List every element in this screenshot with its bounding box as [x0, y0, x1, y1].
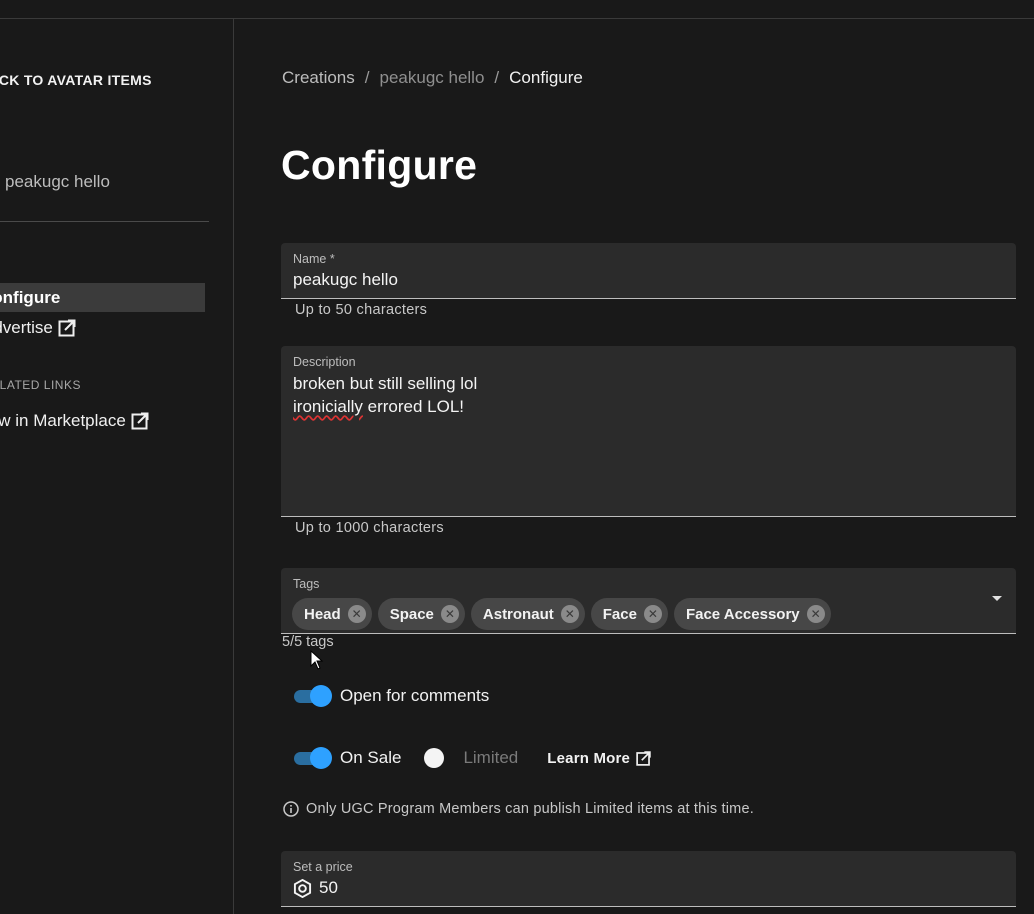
price-field-label: Set a price [293, 860, 353, 874]
back-to-avatar-items-link[interactable]: BACK TO AVATAR ITEMS [0, 72, 152, 88]
price-field[interactable]: Set a price 50 [281, 851, 1016, 907]
learn-more-label: Learn More [547, 749, 631, 767]
sidebar-item-advertise[interactable]: Advertise [0, 318, 77, 338]
external-link-icon [636, 750, 651, 766]
view-in-marketplace-link[interactable]: View in Marketplace [0, 411, 150, 431]
description-line-1: broken but still selling lol [293, 374, 478, 393]
tag-chip: Space ✕ [377, 598, 465, 630]
breadcrumb: Creations / peakugc hello / Configure [282, 68, 583, 88]
price-value: 50 [319, 878, 338, 897]
robux-icon [293, 878, 312, 898]
tag-chip: Astronaut ✕ [470, 598, 585, 630]
tag-chip: Face Accessory ✕ [673, 598, 831, 630]
tag-chip: Head ✕ [292, 598, 372, 630]
tags-field-label: Tags [293, 577, 320, 591]
name-helper-text: Up to 50 characters [295, 302, 428, 318]
breadcrumb-current: Configure [509, 68, 583, 87]
tags-list: Head ✕ Space ✕ Astronaut ✕ Face ✕ Face Acces… [292, 598, 831, 630]
tag-chip-label: Head [304, 605, 341, 623]
breadcrumb-item[interactable]: peakugc hello [380, 68, 485, 88]
view-in-marketplace-label: View in Marketplace [0, 411, 126, 430]
chevron-down-icon[interactable] [992, 596, 1002, 601]
mouse-cursor-icon [310, 650, 324, 670]
sidebar-rule [0, 221, 209, 222]
tag-chip-label: Face Accessory [685, 605, 800, 623]
related-links-header: RELATED LINKS [0, 378, 81, 392]
limited-info: Only UGC Program Members can publish Lim… [283, 801, 754, 817]
external-link-icon [58, 319, 76, 337]
remove-tag-icon[interactable]: ✕ [806, 605, 825, 623]
description-field[interactable]: Description broken but still selling lol… [281, 346, 1016, 517]
limited-label: Limited [463, 748, 519, 767]
description-line-2-rest: errored LOL! [362, 397, 465, 416]
tags-field[interactable]: Tags Head ✕ Space ✕ Astronaut ✕ Face ✕ Face … [281, 568, 1016, 634]
tag-chip-label: Space [389, 605, 434, 623]
remove-tag-icon[interactable]: ✕ [440, 605, 459, 623]
limited-radio[interactable] [424, 748, 445, 768]
info-text: Only UGC Program Members can publish Lim… [306, 801, 754, 817]
description-field-value: broken but still selling lol ironicially… [293, 372, 477, 418]
external-link-icon [131, 412, 149, 430]
tag-chip: Face ✕ [590, 598, 668, 630]
sidebar-item-advertise-label: Advertise [0, 318, 53, 337]
name-field-label: Name * [293, 252, 335, 266]
top-divider [0, 18, 1034, 19]
description-field-label: Description [293, 355, 356, 369]
on-sale-toggle[interactable] [293, 747, 332, 769]
sidebar-item-name: peakugc hello [5, 172, 110, 191]
sidebar-item-configure[interactable]: Configure [0, 283, 205, 312]
breadcrumb-separator: / [494, 68, 500, 87]
remove-tag-icon[interactable]: ✕ [643, 605, 662, 623]
misspelled-word: ironicially [293, 397, 363, 416]
info-icon [283, 801, 299, 817]
breadcrumb-creations[interactable]: Creations [282, 68, 355, 88]
description-helper-text: Up to 1000 characters [295, 520, 444, 536]
remove-tag-icon[interactable]: ✕ [560, 605, 579, 623]
tags-count: 5/5 tags [282, 634, 334, 650]
price-row: 50 [293, 878, 338, 898]
learn-more-link[interactable]: Learn More [547, 750, 652, 767]
comments-toggle-row: Open for comments [293, 685, 489, 707]
sidebar-item-configure-label: Configure [0, 288, 61, 307]
breadcrumb-separator: / [364, 68, 370, 87]
sidebar-divider [233, 18, 234, 914]
page-title: Configure [281, 142, 478, 188]
name-field-value: peakugc hello [293, 270, 398, 289]
comments-toggle[interactable] [293, 685, 332, 707]
sale-toggle-row: On Sale Limited Learn More [293, 747, 652, 769]
name-field[interactable]: Name * peakugc hello [281, 243, 1016, 299]
comments-toggle-label: Open for comments [340, 686, 490, 705]
remove-tag-icon[interactable]: ✕ [347, 605, 366, 623]
tag-chip-label: Astronaut [482, 605, 554, 623]
tag-chip-label: Face [602, 605, 637, 623]
description-line-2: ironicially errored LOL! [293, 395, 477, 418]
on-sale-label: On Sale [340, 748, 402, 767]
